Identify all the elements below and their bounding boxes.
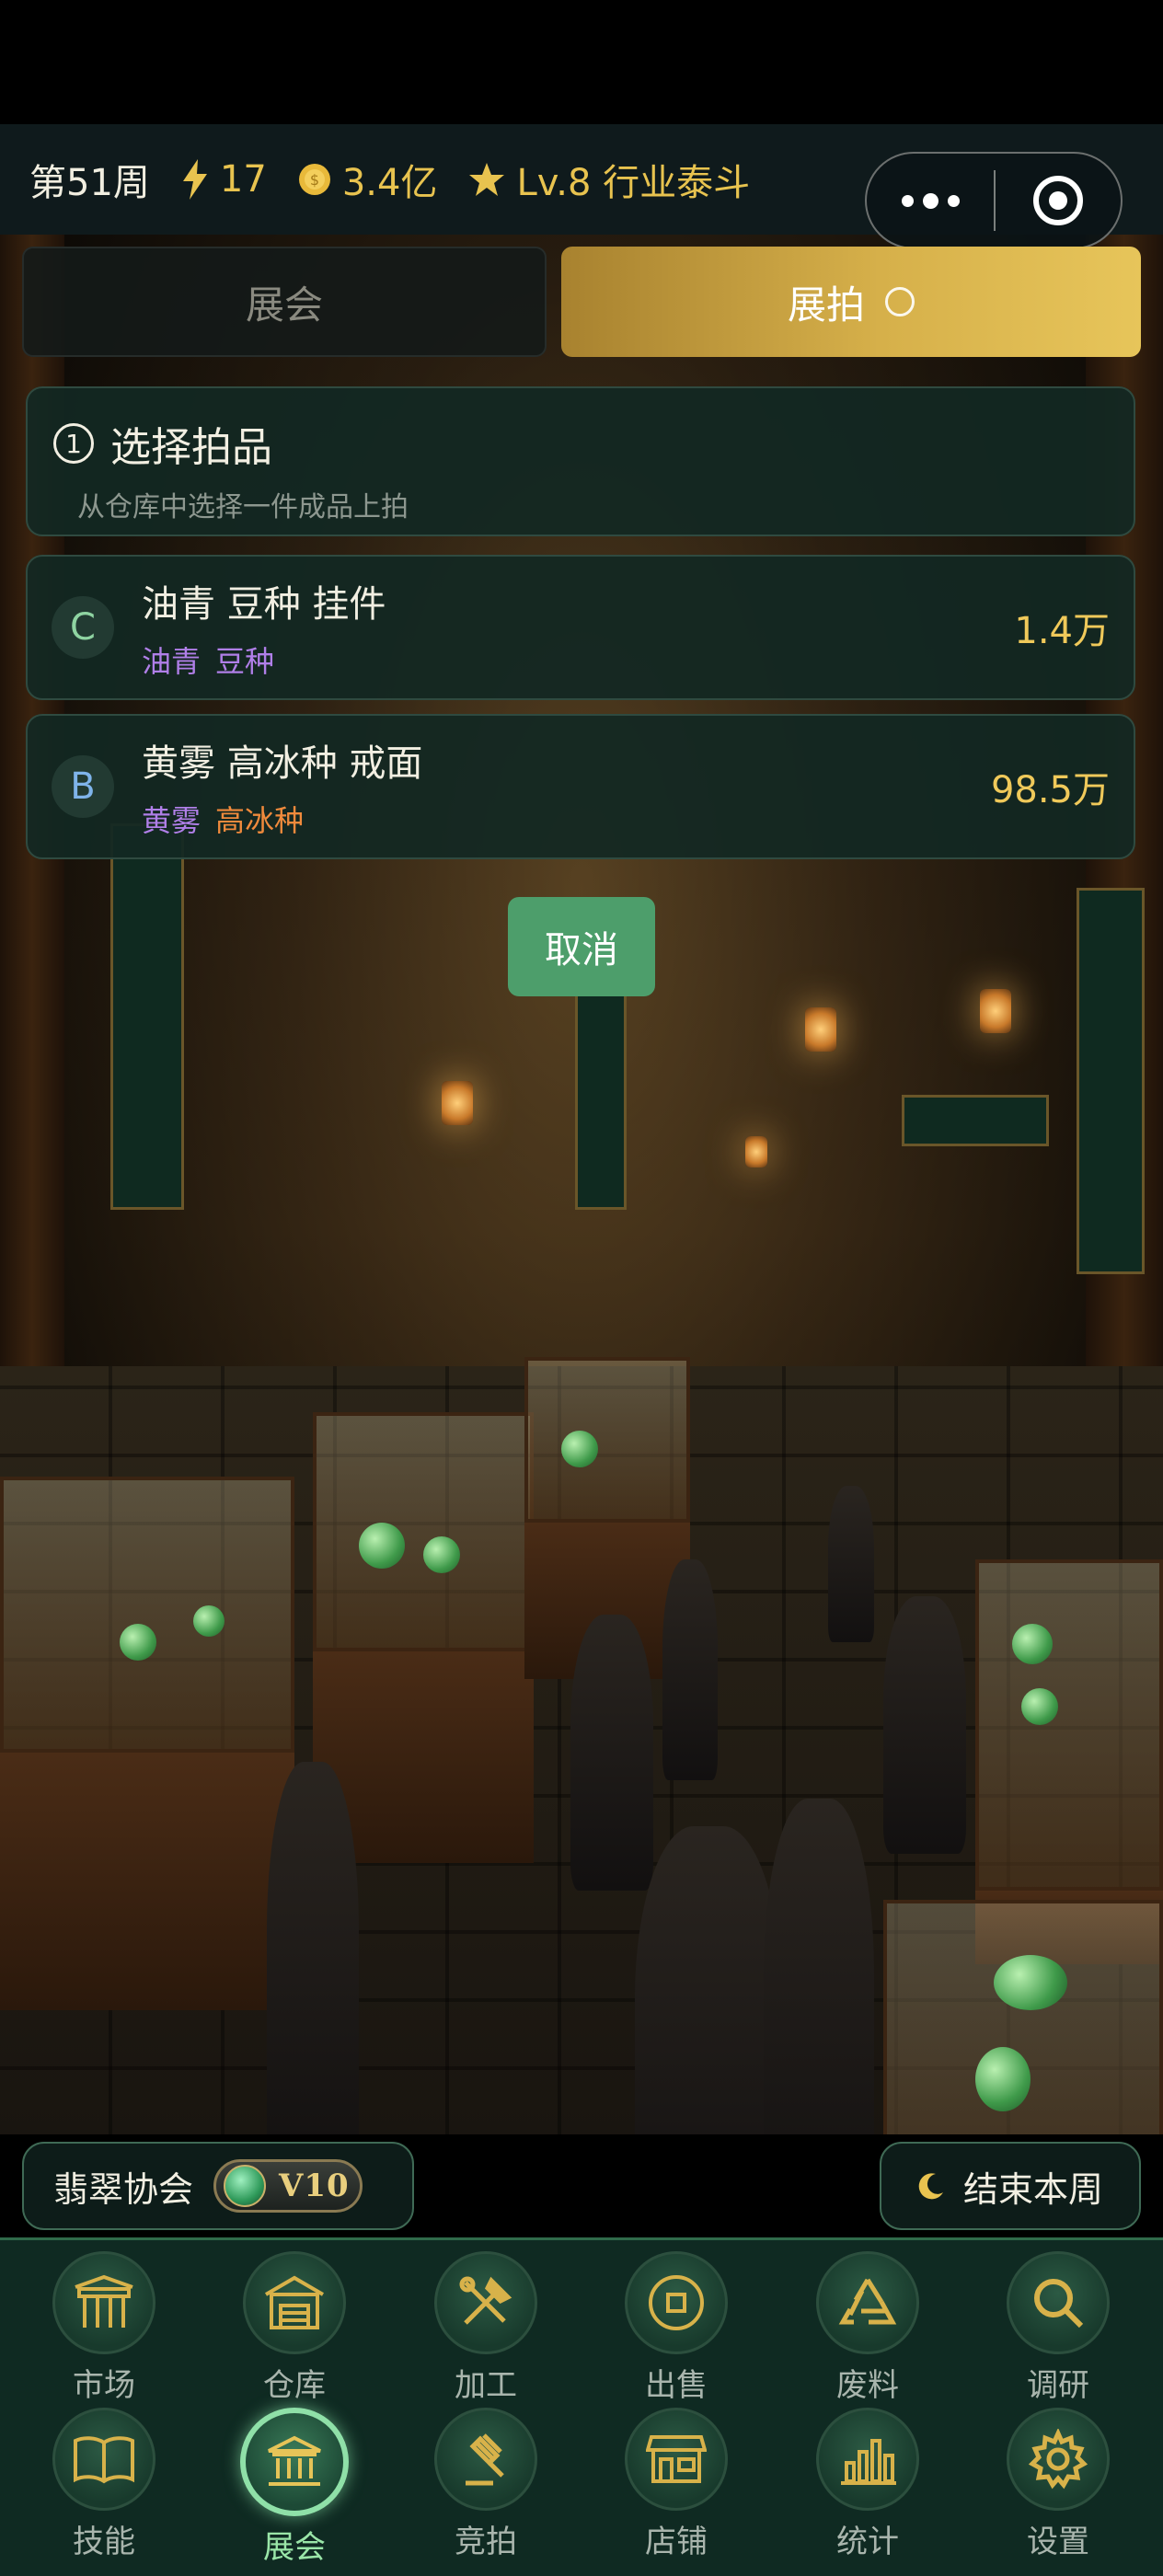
warehouse-icon <box>243 2251 346 2354</box>
nav-warehouse[interactable]: 仓库 <box>221 2251 368 2405</box>
vip-level: V10 <box>279 2168 350 2204</box>
nav-label: 店铺 <box>645 2524 708 2560</box>
jade-gem-icon <box>224 2165 267 2207</box>
nav-skills[interactable]: 技能 <box>30 2408 178 2561</box>
item-tag: 豆种 <box>215 644 275 679</box>
coin-icon: $ <box>298 163 331 196</box>
bottom-navigation: 市场 仓库 加工 出售 废料 调研 技能 展会 竞拍 店铺 统计 设置 <box>0 2237 1163 2576</box>
cancel-button[interactable]: 取消 <box>508 897 655 996</box>
gear-icon <box>1007 2408 1110 2511</box>
nav-label: 废料 <box>836 2367 899 2404</box>
gavel-icon <box>434 2408 537 2511</box>
nav-label: 加工 <box>455 2367 517 2404</box>
level-value: Lv.8 行业泰斗 <box>516 162 751 204</box>
level-stat: Lv.8 行业泰斗 <box>468 153 750 206</box>
nav-exhibition[interactable]: 展会 <box>221 2408 368 2567</box>
loading-spinner-icon <box>885 287 915 316</box>
nav-scrap[interactable]: 废料 <box>794 2251 941 2405</box>
auction-item-card[interactable]: B 黄雾 高冰种 戒面 黄雾 高冰种 98.5万 <box>26 714 1135 859</box>
nav-label: 市场 <box>73 2367 135 2404</box>
nav-store[interactable]: 店铺 <box>603 2408 750 2561</box>
week-counter: 第51周 <box>29 153 150 206</box>
nav-label: 展会 <box>263 2529 326 2566</box>
nav-research[interactable]: 调研 <box>985 2251 1132 2405</box>
vip-badge: V10 <box>213 2159 363 2213</box>
star-icon <box>468 161 505 198</box>
money-value: 3.4亿 <box>341 162 438 204</box>
item-tag: 黄雾 <box>142 803 202 838</box>
nav-sell[interactable]: 出售 <box>603 2251 750 2405</box>
nav-label: 调研 <box>1027 2367 1089 2404</box>
step-card: 1 选择拍品 从仓库中选择一件成品上拍 <box>26 386 1135 536</box>
item-price: 98.5万 <box>990 769 1110 811</box>
end-week-button[interactable]: 结束本周 <box>880 2142 1141 2230</box>
item-name: 黄雾 高冰种 戒面 <box>142 742 423 785</box>
tab-auction-label: 展拍 <box>787 282 865 328</box>
storefront-icon <box>625 2408 728 2511</box>
grade-badge: B <box>52 755 114 818</box>
tools-icon <box>434 2251 537 2354</box>
energy-stat: 17 <box>181 158 267 201</box>
close-miniprogram-icon[interactable] <box>996 176 1121 225</box>
nav-processing[interactable]: 加工 <box>412 2251 559 2405</box>
association-button[interactable]: 翡翠协会 V10 <box>22 2142 414 2230</box>
step-number-badge: 1 <box>53 423 94 464</box>
end-week-label: 结束本周 <box>962 2168 1103 2210</box>
nav-statistics[interactable]: 统计 <box>794 2408 941 2561</box>
tab-exhibition-auction[interactable]: 展拍 <box>561 247 1141 357</box>
magnifier-icon <box>1007 2251 1110 2354</box>
step-subtitle: 从仓库中选择一件成品上拍 <box>77 491 409 523</box>
nav-label: 设置 <box>1027 2524 1089 2560</box>
nav-label: 仓库 <box>263 2367 326 2404</box>
nav-label: 出售 <box>645 2367 708 2404</box>
item-name: 油青 豆种 挂件 <box>142 583 386 626</box>
money-stat: $ 3.4亿 <box>298 153 438 206</box>
museum-icon <box>240 2408 349 2516</box>
item-tag: 高冰种 <box>215 803 305 838</box>
ancient-coin-icon <box>625 2251 728 2354</box>
week-label: 第51周 <box>29 162 150 204</box>
nav-label: 统计 <box>836 2524 899 2560</box>
auction-item-card[interactable]: C 油青 豆种 挂件 油青 豆种 1.4万 <box>26 555 1135 700</box>
item-price: 1.4万 <box>1014 610 1110 652</box>
nav-label: 竞拍 <box>455 2524 517 2560</box>
nav-market[interactable]: 市场 <box>30 2251 178 2405</box>
bar-chart-icon <box>816 2408 919 2511</box>
tab-exhibition-label: 展会 <box>245 282 323 328</box>
nav-label: 技能 <box>73 2524 135 2560</box>
grade-badge: C <box>52 596 114 659</box>
tab-exhibition[interactable]: 展会 <box>22 247 547 357</box>
recycle-icon <box>816 2251 919 2354</box>
step-title: 选择拍品 <box>110 424 272 471</box>
association-label: 翡翠协会 <box>53 2168 194 2210</box>
energy-value: 17 <box>219 158 267 201</box>
nav-bidding[interactable]: 竞拍 <box>412 2408 559 2561</box>
lightning-icon <box>181 159 209 200</box>
market-gate-icon <box>52 2251 155 2354</box>
moon-icon <box>917 2172 945 2200</box>
nav-settings[interactable]: 设置 <box>985 2408 1132 2561</box>
book-icon <box>52 2408 155 2511</box>
miniprogram-capsule <box>865 152 1123 249</box>
item-tag: 油青 <box>142 644 202 679</box>
svg-text:$: $ <box>310 171 319 189</box>
more-options-icon[interactable] <box>867 192 994 209</box>
